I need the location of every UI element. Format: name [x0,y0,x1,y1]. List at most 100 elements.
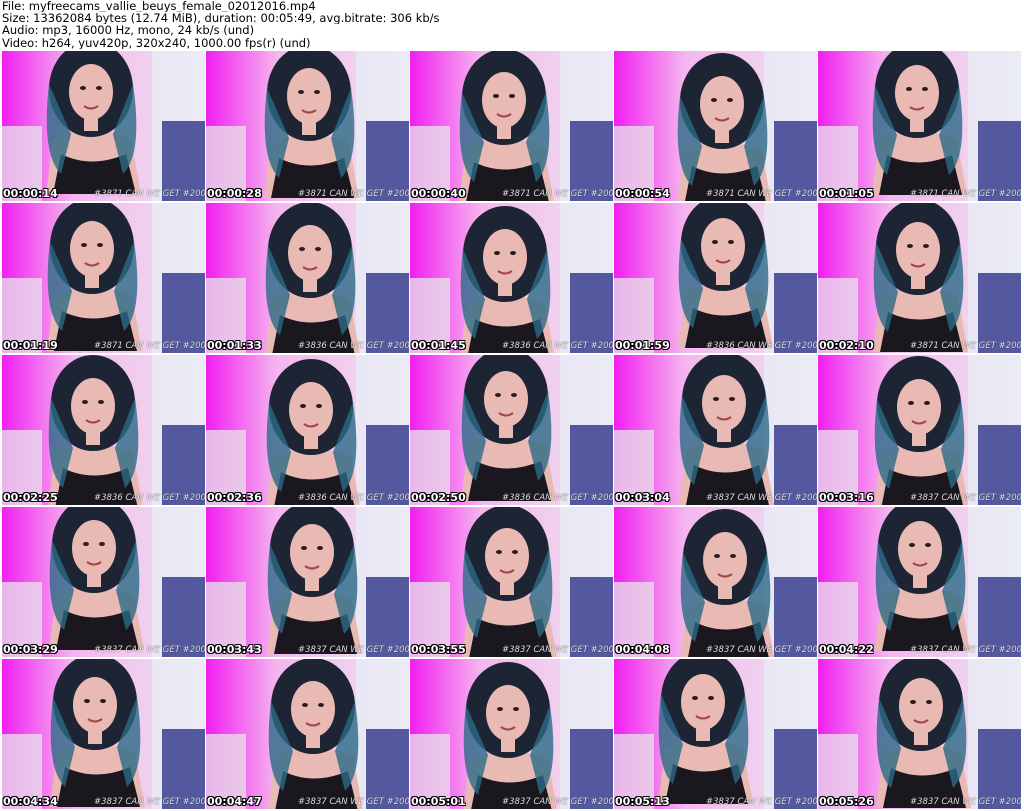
frame-overlay-text: #3836 CAN WE GET #2000? [502,341,613,351]
video-info-line: Video: h264, yuv420p, 320x240, 1000.00 f… [2,36,311,49]
video-thumbnail: #3871 CAN WE GET #2000? 00:01:19 [2,203,205,353]
frame-overlay-text: #3871 CAN WE GET #2000? [910,189,1021,199]
video-thumbnail: #3836 CAN WE GET #2000? 00:01:33 [206,203,409,353]
frame-timestamp: 00:02:10 [819,339,874,352]
frame-image [2,507,205,657]
frame-image [410,507,613,657]
frame-image [410,659,613,809]
frame-overlay-text: #3836 CAN WE GET #2000? [502,493,613,503]
video-thumbnail: #3837 CAN WE GET #2000? 00:05:01 [410,659,613,809]
frame-image [818,659,1021,809]
frame-image [2,51,205,201]
file-name-line: File: myfreecams_vallie_beuys_female_020… [2,0,316,13]
video-thumbnail: #3871 CAN WE GET #2000? 00:00:28 [206,51,409,201]
frame-overlay-text: #3871 CAN WE GET #2000? [298,189,409,199]
frame-timestamp: 00:01:33 [207,339,262,352]
frame-timestamp: 00:00:14 [3,187,58,200]
frame-timestamp: 00:03:55 [411,643,466,656]
frame-timestamp: 00:01:05 [819,187,874,200]
frame-image [2,203,205,353]
frame-overlay-text: #3836 CAN WE GET #2000? [94,493,205,503]
frame-image [206,203,409,353]
frame-overlay-text: #3871 CAN WE GET #2000? [706,189,817,199]
frame-timestamp: 00:03:43 [207,643,262,656]
video-thumbnail: #3837 CAN WE GET #2000? 00:03:04 [614,355,817,505]
frame-timestamp: 00:05:26 [819,795,874,808]
video-thumbnail: #3837 CAN WE GET #2000? 00:05:13 [614,659,817,809]
frame-timestamp: 00:04:22 [819,643,874,656]
frame-overlay-text: #3836 CAN WE GET #2000? [298,341,409,351]
frame-overlay-text: #3871 CAN WE GET #2000? [910,341,1021,351]
frame-image [818,355,1021,505]
video-thumbnail: #3837 CAN WE GET #2000? 00:04:47 [206,659,409,809]
frame-timestamp: 00:05:13 [615,795,670,808]
frame-timestamp: 00:00:28 [207,187,262,200]
frame-overlay-text: #3871 CAN WE GET #2000? [94,189,205,199]
video-thumbnail: #3837 CAN WE GET #2000? 00:03:29 [2,507,205,657]
frame-timestamp: 00:02:50 [411,491,466,504]
frame-timestamp: 00:01:59 [615,339,670,352]
frame-timestamp: 00:03:04 [615,491,670,504]
frame-overlay-text: #3837 CAN WE GET #2000? [706,493,817,503]
frame-overlay-text: #3837 CAN WE GET #2000? [706,645,817,655]
frame-image [206,51,409,201]
frame-timestamp: 00:02:25 [3,491,58,504]
frame-overlay-text: #3836 CAN WE GET #2000? [298,493,409,503]
frame-image [818,507,1021,657]
frame-overlay-text: #3837 CAN WE GET #2000? [910,645,1021,655]
thumbnail-grid: #3871 CAN WE GET #2000? 00:00:14 #3871 CAN… [2,51,1022,811]
frame-timestamp: 00:04:34 [3,795,58,808]
frame-timestamp: 00:04:47 [207,795,262,808]
frame-overlay-text: #3837 CAN WE GET #2000? [706,797,817,807]
frame-image [410,355,613,505]
video-thumbnail: #3871 CAN WE GET #2000? 00:00:14 [2,51,205,201]
video-thumbnail: #3837 CAN WE GET #2000? 00:03:16 [818,355,1021,505]
frame-timestamp: 00:00:40 [411,187,466,200]
frame-overlay-text: #3871 CAN WE GET #2000? [502,189,613,199]
video-thumbnail: #3836 CAN WE GET #2000? 00:01:59 [614,203,817,353]
frame-overlay-text: #3871 CAN WE GET #2000? [94,341,205,351]
frame-overlay-text: #3837 CAN WE GET #2000? [94,797,205,807]
frame-overlay-text: #3837 CAN WE GET #2000? [910,797,1021,807]
frame-image [410,203,613,353]
file-info-header: File: myfreecams_vallie_beuys_female_020… [2,0,1022,50]
frame-timestamp: 00:01:19 [3,339,58,352]
video-thumbnail: #3871 CAN WE GET #2000? 00:02:10 [818,203,1021,353]
video-thumbnail: #3837 CAN WE GET #2000? 00:04:08 [614,507,817,657]
video-thumbnail: #3871 CAN WE GET #2000? 00:01:05 [818,51,1021,201]
frame-overlay-text: #3837 CAN WE GET #2000? [502,797,613,807]
frame-timestamp: 00:04:08 [615,643,670,656]
frame-timestamp: 00:03:16 [819,491,874,504]
frame-overlay-text: #3837 CAN WE GET #2000? [910,493,1021,503]
frame-image [2,659,205,809]
video-thumbnail: #3837 CAN WE GET #2000? 00:03:55 [410,507,613,657]
frame-overlay-text: #3837 CAN WE GET #2000? [298,645,409,655]
video-thumbnail: #3836 CAN WE GET #2000? 00:02:50 [410,355,613,505]
file-size-line: Size: 13362084 bytes (12.74 MiB), durati… [2,12,440,25]
frame-image [614,507,817,657]
frame-overlay-text: #3837 CAN WE GET #2000? [298,797,409,807]
frame-overlay-text: #3837 CAN WE GET #2000? [502,645,613,655]
frame-image [2,355,205,505]
frame-image [614,203,817,353]
frame-image [206,507,409,657]
frame-image [818,203,1021,353]
video-thumbnail: #3836 CAN WE GET #2000? 00:01:45 [410,203,613,353]
frame-timestamp: 00:01:45 [411,339,466,352]
frame-timestamp: 00:05:01 [411,795,466,808]
frame-image [206,355,409,505]
video-thumbnail: #3871 CAN WE GET #2000? 00:00:40 [410,51,613,201]
video-thumbnail: #3837 CAN WE GET #2000? 00:04:34 [2,659,205,809]
frame-timestamp: 00:00:54 [615,187,670,200]
frame-overlay-text: #3836 CAN WE GET #2000? [706,341,817,351]
frame-timestamp: 00:02:36 [207,491,262,504]
frame-image [818,51,1021,201]
frame-overlay-text: #3837 CAN WE GET #2000? [94,645,205,655]
frame-timestamp: 00:03:29 [3,643,58,656]
video-thumbnail: #3871 CAN WE GET #2000? 00:00:54 [614,51,817,201]
video-thumbnail: #3837 CAN WE GET #2000? 00:03:43 [206,507,409,657]
frame-image [614,51,817,201]
frame-image [614,355,817,505]
frame-image [614,659,817,809]
video-thumbnail: #3837 CAN WE GET #2000? 00:04:22 [818,507,1021,657]
